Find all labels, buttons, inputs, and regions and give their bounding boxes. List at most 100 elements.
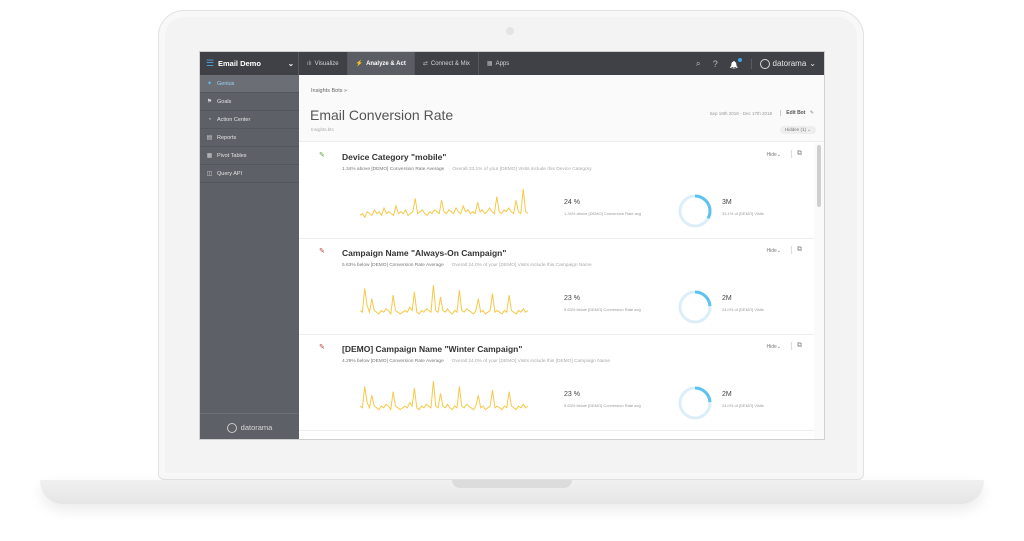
account-menu[interactable]: datorama ⌄ (750, 58, 816, 69)
app-screen: ☰ Email Demo ⌄ ılı Visualize ⚡ Analyze &… (199, 51, 825, 440)
insight-title: Device Category "mobile" (342, 152, 447, 162)
sparkline-chart (359, 380, 529, 411)
help-icon[interactable]: ? (713, 59, 718, 69)
tab-visualize[interactable]: ılı Visualize (298, 52, 347, 75)
conversion-rate-value: 23 % (564, 391, 580, 398)
trend-up-icon: ✎ (319, 152, 325, 159)
hide-button[interactable]: Hide⌄ (767, 248, 781, 254)
copy-icon[interactable]: ⧉ (791, 246, 802, 254)
conversion-rate-desc: 1.34% above [DEMO] Conversion Rate avg (564, 211, 642, 216)
trend-down-icon: ✎ (319, 344, 325, 351)
visits-value: 3M (722, 199, 732, 206)
flag-icon: ⚑ (206, 99, 213, 105)
pivot-icon: ▦ (206, 153, 213, 159)
laptop-notch (452, 480, 572, 488)
sidebar-item-label: Genius (217, 80, 235, 87)
main-content: Insights Bots » Email Conversion Rate In… (299, 75, 824, 439)
sidebar-item-pivot-tables[interactable]: ▦ Pivot Tables (200, 147, 299, 165)
conversion-rate-desc: 5.63% below [DEMO] Conversion Rate avg (564, 403, 641, 408)
sparkline-chart (359, 188, 529, 219)
bulb-icon: ✦ (206, 81, 213, 87)
breadcrumb[interactable]: Insights Bots » (311, 88, 347, 94)
visits-value: 2M (722, 391, 732, 398)
sidebar-item-label: Goals (217, 98, 232, 105)
plug-icon: ⇄ (422, 61, 428, 67)
report-icon: ▤ (206, 135, 213, 141)
sidebar-footer: datorama (200, 413, 299, 439)
app-switcher[interactable]: Email Demo ⌄ (218, 59, 298, 68)
sidebar-item-genius[interactable]: ✦ Genius (200, 75, 299, 93)
sparkline-chart (359, 284, 529, 316)
insight-share: Overall 33.1% of your [DEMO] Visits incl… (452, 167, 592, 172)
notifications-button[interactable]: 🔔 (729, 57, 742, 69)
edit-bot-label: Edit Bot (786, 110, 806, 116)
menu-icon[interactable]: ☰ (202, 58, 218, 69)
notification-dot (737, 57, 742, 62)
insight-card: ✎ Campaign Name "Always-On Campaign" 5.6… (299, 239, 814, 335)
edit-bot-button[interactable]: Edit Bot ✎ (780, 110, 814, 116)
visits-donut-chart (678, 386, 712, 420)
visits-desc: 33.1% of [DEMO] Visits (722, 211, 764, 216)
insight-card: ✎ [DEMO] Campaign Name "Winter Campaign"… (299, 335, 814, 431)
insight-share: Overall 24.0% of your [DEMO] Visits incl… (451, 263, 592, 268)
insight-subtitle: 5.63% below [DEMO] Conversion Rate Avera… (342, 263, 592, 268)
tab-analyze-act[interactable]: ⚡ Analyze & Act (346, 52, 414, 75)
visits-value: 2M (722, 295, 732, 302)
sparkline-series (359, 380, 529, 411)
page-header: Insights Bots » Email Conversion Rate In… (299, 75, 824, 142)
trend-down-icon: ✎ (319, 248, 325, 255)
conversion-rate-value: 24 % (564, 199, 580, 206)
sidebar-item-label: Action Center (217, 116, 251, 123)
grid-icon: ▦ (486, 61, 493, 67)
copy-icon[interactable]: ⧉ (791, 150, 802, 158)
sidebar-item-action-center[interactable]: ◔ Action Center (200, 111, 299, 129)
insight-title: [DEMO] Campaign Name "Winter Campaign" (342, 344, 523, 354)
chevron-down-icon: ⌄ (287, 59, 294, 68)
tab-connect-mix[interactable]: ⇄ Connect & Mix (413, 52, 478, 75)
chevron-down-icon: ⌄ (809, 59, 816, 68)
insight-subtitle: 4.29% below [DEMO] Conversion Rate Avera… (342, 359, 610, 364)
action-icon: ◔ (207, 116, 212, 123)
laptop-mockup: ☰ Email Demo ⌄ ılı Visualize ⚡ Analyze &… (0, 0, 1024, 541)
bar-chart-icon: ılı (307, 60, 312, 67)
sidebar-item-label: Reports (217, 134, 237, 141)
insight-subtitle: 1.34% above [DEMO] Conversion Rate Avera… (342, 167, 592, 172)
hide-button[interactable]: Hide⌄ (767, 152, 781, 158)
copy-icon[interactable]: ⧉ (791, 342, 802, 350)
insight-card-list: ✎ Device Category "mobile" 1.34% above [… (299, 143, 814, 439)
bell-icon: 🔔 (729, 61, 739, 69)
visits-donut-chart (678, 290, 712, 324)
conversion-rate-value: 23 % (564, 295, 580, 302)
visits-desc: 24.0% of [DEMO] Visits (722, 307, 764, 312)
sidebar-item-goals[interactable]: ⚑ Goals (200, 93, 299, 111)
tab-label: Connect & Mix (430, 60, 470, 67)
app-title: Email Demo (218, 59, 261, 68)
insight-comparison: 4.29% below [DEMO] Conversion Rate Avera… (342, 359, 444, 364)
page-subtitle: Insights.bts (311, 127, 334, 132)
footer-brand: datorama (240, 423, 273, 432)
sidebar-item-query-api[interactable]: ◫ Query API (200, 165, 299, 183)
sidebar-item-reports[interactable]: ▤ Reports (200, 129, 299, 147)
insight-comparison: 1.34% above [DEMO] Conversion Rate Avera… (342, 167, 445, 172)
hide-button[interactable]: Hide⌄ (767, 344, 781, 350)
top-right-tools: ⌕ ? 🔔 datorama ⌄ (696, 57, 824, 69)
date-range[interactable]: Sep 19th 2018 - Dec 17th 2018 (709, 111, 772, 116)
sidebar-item-label: Pivot Tables (217, 152, 247, 159)
scrollbar-thumb[interactable] (817, 145, 821, 207)
page-title: Email Conversion Rate (310, 107, 454, 123)
scrollbar[interactable] (814, 143, 824, 439)
lightning-icon: ⚡ (355, 61, 364, 67)
datorama-logo-icon (226, 422, 237, 433)
insight-title: Campaign Name "Always-On Campaign" (342, 248, 507, 258)
visits-desc: 24.0% of [DEMO] Visits (722, 403, 764, 408)
hidden-filter-dropdown[interactable]: Hidden (1) ⌄ (779, 126, 816, 134)
tab-label: Apps (495, 60, 510, 67)
search-icon[interactable]: ⌕ (696, 58, 701, 69)
top-navigation-bar: ☰ Email Demo ⌄ ılı Visualize ⚡ Analyze &… (200, 52, 824, 75)
laptop-camera (506, 27, 514, 35)
sidebar: ✦ Genius ⚑ Goals ◔ Action Center ▤ Repor… (200, 75, 299, 439)
tab-apps[interactable]: ▦ Apps (477, 52, 517, 75)
tab-label: Visualize (314, 60, 339, 67)
conversion-rate-desc: 5.63% below [DEMO] Conversion Rate avg (564, 307, 641, 312)
visits-donut-chart (678, 194, 712, 228)
